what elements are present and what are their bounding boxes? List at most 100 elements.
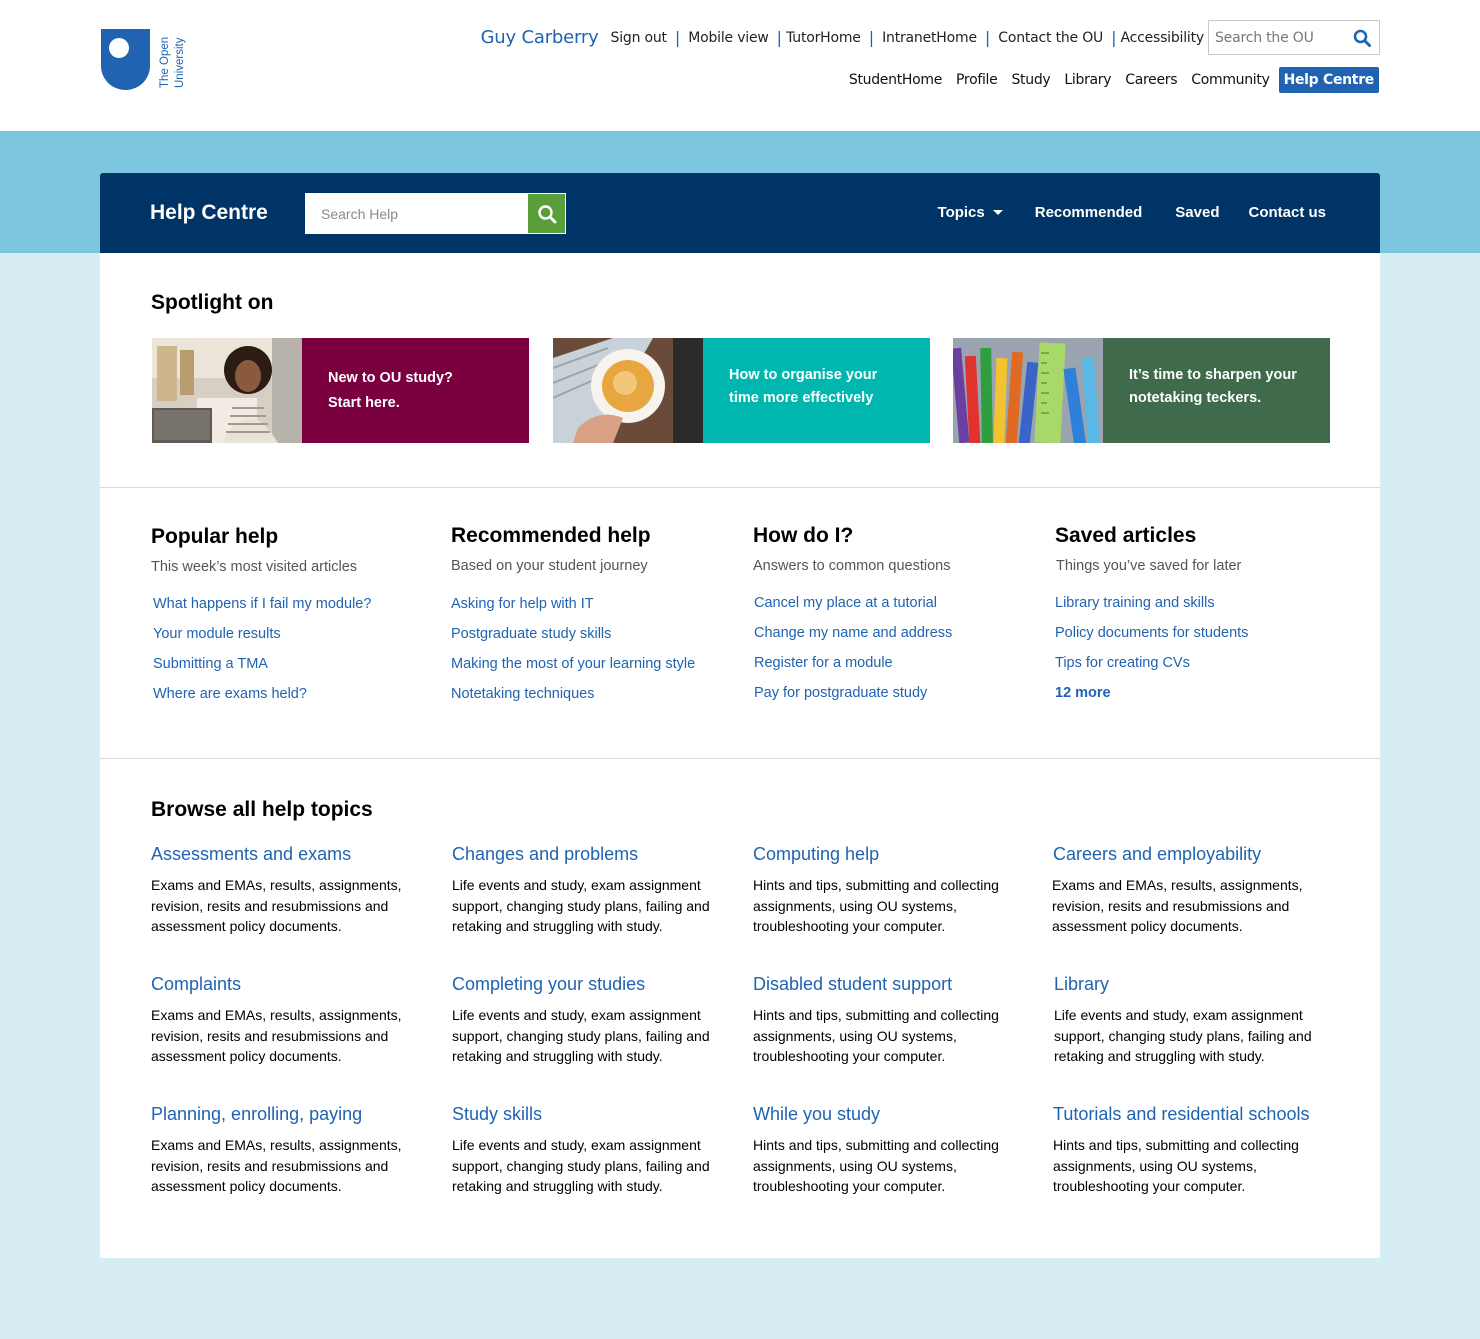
spotlight-card-new-to-ou[interactable]: New to OU study? Start here. — [152, 338, 529, 443]
topic-card: Tutorials and residential schools Hints … — [1053, 1104, 1323, 1197]
topic-card: Completing your studies Life events and … — [452, 974, 722, 1067]
topic-card: Study skills Life events and study, exam… — [452, 1104, 722, 1197]
help-link[interactable]: Change my name and address — [754, 618, 1043, 648]
nav-help-centre[interactable]: Help Centre — [1278, 66, 1379, 93]
spotlight-line: time more effectively — [729, 390, 874, 406]
topic-link[interactable]: Disabled student support — [753, 974, 1023, 995]
topic-description: Exams and EMAs, results, assignments, re… — [151, 1137, 402, 1194]
topic-card: While you study Hints and tips, submitti… — [753, 1104, 1023, 1197]
column-title: Popular help — [151, 525, 279, 548]
how-do-i-column: How do I? Answers to common questions Ca… — [753, 524, 1043, 716]
topic-link[interactable]: Changes and problems — [452, 844, 722, 865]
topic-card: Library Life events and study, exam assi… — [1054, 974, 1324, 1067]
help-link[interactable]: What happens if I fail my module? — [153, 589, 441, 619]
search-icon — [537, 204, 556, 223]
ou-search-button[interactable] — [1345, 21, 1379, 54]
topic-link[interactable]: Library — [1054, 974, 1324, 995]
separator: | — [984, 28, 991, 47]
tutorhome-link[interactable]: TutorHome — [786, 30, 861, 46]
help-link[interactable]: Policy documents for students — [1055, 618, 1345, 648]
mobile-view-link[interactable]: Mobile view — [688, 30, 769, 46]
topic-link[interactable]: Planning, enrolling, paying — [151, 1104, 421, 1125]
column-subtitle: Answers to common questions — [753, 558, 951, 574]
help-search-input[interactable] — [306, 194, 528, 233]
topic-description: Exams and EMAs, results, assignments, re… — [151, 877, 402, 934]
separator: | — [1111, 28, 1117, 47]
spotlight-text-panel: It’s time to sharpen your notetaking tec… — [1103, 338, 1330, 443]
column-subtitle: Things you’ve saved for later — [1056, 558, 1242, 574]
topic-card: Complaints Exams and EMAs, results, assi… — [151, 974, 421, 1067]
nav-careers[interactable]: Careers — [1125, 72, 1177, 88]
search-icon — [1353, 29, 1371, 47]
help-link[interactable]: Submitting a TMA — [153, 649, 441, 679]
help-link[interactable]: Your module results — [153, 619, 441, 649]
recommended-link[interactable]: Recommended — [1035, 204, 1143, 221]
help-search-box — [305, 193, 566, 234]
spotlight-card-organise-time[interactable]: How to organise your time more effective… — [553, 338, 930, 443]
ou-search-box — [1208, 20, 1380, 55]
topic-link[interactable]: Computing help — [753, 844, 1023, 865]
help-link[interactable]: Making the most of your learning style — [451, 649, 741, 679]
nav-study[interactable]: Study — [1011, 72, 1050, 88]
accessibility-link[interactable]: Accessibility — [1120, 30, 1204, 46]
topic-card: Disabled student support Hints and tips,… — [753, 974, 1023, 1067]
help-link[interactable]: Cancel my place at a tutorial — [754, 588, 1043, 618]
help-link[interactable]: Tips for creating CVs — [1055, 648, 1345, 678]
topic-link[interactable]: Tutorials and residential schools — [1053, 1104, 1323, 1125]
spotlight-line: Start here. — [328, 395, 400, 411]
sign-out-link[interactable]: Sign out — [611, 30, 668, 46]
help-link[interactable]: Postgraduate study skills — [451, 619, 741, 649]
caret-down-icon — [992, 209, 1003, 215]
logo-line-1: The Open — [159, 37, 171, 88]
help-link[interactable]: Pay for postgraduate study — [754, 678, 1043, 708]
nav-studenthome[interactable]: StudentHome — [849, 72, 942, 88]
ou-logo-wordmark: The Open University — [159, 37, 186, 88]
nav-library[interactable]: Library — [1064, 72, 1111, 88]
help-link[interactable]: Notetaking techniques — [451, 679, 741, 709]
spotlight-line: It’s time to sharpen your — [1129, 367, 1297, 383]
section-divider — [100, 758, 1380, 759]
help-nav: Topics Recommended Saved Contact us — [938, 204, 1326, 221]
help-centre-title: Help Centre — [150, 201, 268, 224]
topic-link[interactable]: Study skills — [452, 1104, 722, 1125]
saved-link[interactable]: Saved — [1175, 204, 1219, 221]
topic-description: Exams and EMAs, results, assignments, re… — [1052, 877, 1303, 934]
ou-search-input[interactable] — [1209, 21, 1345, 54]
help-link[interactable]: Library training and skills — [1055, 588, 1345, 618]
topic-link[interactable]: Completing your studies — [452, 974, 722, 995]
column-subtitle: Based on your student journey — [451, 558, 648, 574]
topic-description: Life events and study, exam assignment s… — [452, 1137, 710, 1194]
help-link[interactable]: Asking for help with IT — [451, 589, 741, 619]
spotlight-image-student — [152, 338, 302, 443]
site-header: The Open University Guy Carberry Sign ou… — [0, 0, 1480, 131]
help-search-button[interactable] — [528, 194, 565, 233]
spotlight-text-panel: New to OU study? Start here. — [302, 338, 529, 443]
separator: | — [674, 28, 681, 47]
topic-link[interactable]: Complaints — [151, 974, 421, 995]
spotlight-text-panel: How to organise your time more effective… — [703, 338, 930, 443]
contact-the-ou-link[interactable]: Contact the OU — [998, 30, 1103, 46]
topics-dropdown[interactable]: Topics — [938, 204, 1003, 221]
spotlight-card-notetaking[interactable]: It’s time to sharpen your notetaking tec… — [953, 338, 1330, 443]
help-link[interactable]: Register for a module — [754, 648, 1043, 678]
topic-description: Life events and study, exam assignment s… — [1054, 1007, 1312, 1064]
topic-link[interactable]: While you study — [753, 1104, 1023, 1125]
more-saved-link[interactable]: 12 more — [1055, 678, 1345, 708]
nav-community[interactable]: Community — [1191, 72, 1270, 88]
logo-line-2: University — [174, 37, 186, 88]
column-subtitle: This week’s most visited articles — [151, 559, 358, 575]
column-title: Recommended help — [451, 524, 651, 547]
topic-link[interactable]: Assessments and exams — [151, 844, 421, 865]
topic-link[interactable]: Careers and employability — [1053, 844, 1322, 865]
user-name-link[interactable]: Guy Carberry — [481, 27, 599, 48]
utility-bar: Guy Carberry Sign out | Mobile view | Tu… — [481, 20, 1380, 55]
help-link[interactable]: Where are exams held? — [153, 679, 441, 709]
intranethome-link[interactable]: IntranetHome — [882, 30, 977, 46]
column-title: How do I? — [753, 524, 854, 547]
topic-card: Changes and problems Life events and stu… — [452, 844, 722, 937]
contact-us-link[interactable]: Contact us — [1248, 204, 1326, 221]
nav-profile[interactable]: Profile — [956, 72, 998, 88]
spotlight-image-coffee — [553, 338, 703, 443]
topic-description: Hints and tips, submitting and collectin… — [753, 1137, 999, 1194]
topic-card: Assessments and exams Exams and EMAs, re… — [151, 844, 421, 937]
